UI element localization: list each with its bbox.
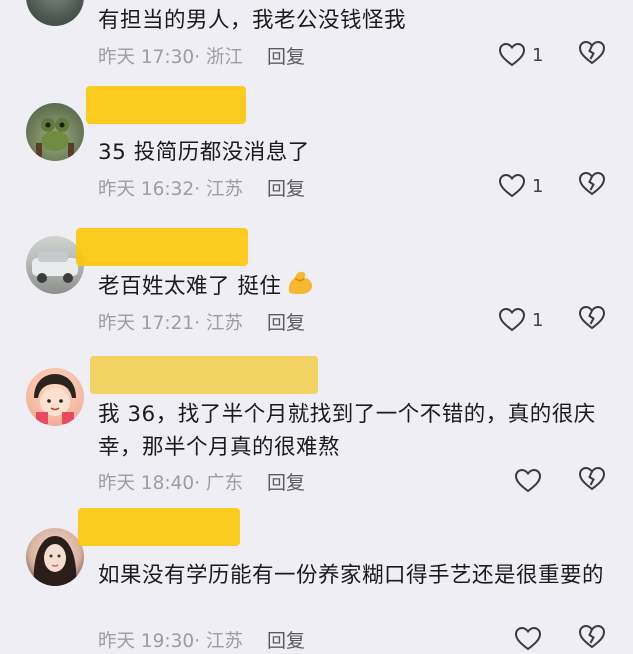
comment-text-content: 老百姓太难了 挺住: [98, 274, 282, 299]
broken-heart-icon: [578, 171, 606, 196]
reply-button[interactable]: 回复: [267, 178, 305, 200]
comment-text: 我 36，找了半个月就找到了一个不错的，真的很庆幸，那半个月真的很难熬: [98, 402, 596, 460]
comment-text: 如果没有学历能有一份养家糊口得手艺还是很重要的: [98, 563, 605, 588]
comment-meta: 昨天 17:21· 江苏 回复: [98, 312, 305, 334]
comment-location: 广东: [205, 473, 243, 494]
heart-outline-icon: [514, 626, 542, 651]
dislike-button[interactable]: [578, 40, 608, 70]
comment-location: 浙江: [205, 47, 243, 68]
reply-button[interactable]: 回复: [267, 46, 305, 68]
dislike-button[interactable]: [578, 171, 608, 201]
redacted-username: [90, 356, 318, 394]
frog-figure-icon: [36, 118, 74, 157]
comment-time: 昨天 19:30: [98, 631, 195, 652]
reply-button[interactable]: 回复: [267, 312, 305, 334]
cartoon-girl-icon: [34, 374, 76, 424]
like-count: 1: [532, 175, 544, 197]
comment-meta: 昨天 17:30· 浙江 回复: [98, 46, 305, 68]
like-count: 1: [532, 44, 544, 66]
comment-meta: 昨天 16:32· 江苏 回复: [98, 178, 305, 200]
comment-text: 35 投简历都没消息了: [98, 140, 310, 165]
redacted-username: [76, 228, 248, 266]
redacted-username: [78, 508, 240, 546]
like-button[interactable]: 1: [498, 40, 548, 70]
like-button[interactable]: [514, 466, 564, 496]
avatar[interactable]: [26, 528, 84, 586]
avatar[interactable]: [26, 0, 84, 26]
comment-time: 昨天 16:32: [98, 179, 195, 200]
dislike-button[interactable]: [578, 466, 608, 496]
comment-time: 昨天 17:21: [98, 313, 195, 334]
broken-heart-icon: [578, 305, 606, 330]
heart-outline-icon: [514, 468, 542, 493]
like-button[interactable]: 1: [498, 171, 548, 201]
comment-location: 江苏: [205, 179, 243, 200]
dislike-button[interactable]: [578, 305, 608, 335]
like-button[interactable]: 1: [498, 305, 548, 335]
broken-heart-icon: [578, 624, 606, 649]
comment-location: 江苏: [205, 631, 243, 652]
comment-meta: 昨天 18:40· 广东 回复: [98, 472, 305, 494]
comment-text: 老百姓太难了 挺住: [98, 268, 608, 303]
like-count: 1: [532, 309, 544, 331]
dislike-button[interactable]: [578, 624, 608, 654]
portrait-photo-icon: [33, 536, 77, 586]
flexed-bicep-emoji: [289, 271, 313, 294]
comment-text: 有担当的男人，我老公没钱怪我: [98, 8, 407, 33]
redacted-username: [86, 86, 246, 124]
reply-button[interactable]: 回复: [267, 472, 305, 494]
heart-outline-icon: [498, 307, 526, 332]
broken-heart-icon: [578, 466, 606, 491]
heart-outline-icon: [498, 173, 526, 198]
comment-location: 江苏: [205, 313, 243, 334]
avatar[interactable]: [26, 368, 84, 426]
avatar[interactable]: [26, 103, 84, 161]
reply-button[interactable]: 回复: [267, 630, 305, 652]
broken-heart-icon: [578, 40, 606, 65]
heart-outline-icon: [498, 42, 526, 67]
comment-time: 昨天 18:40: [98, 473, 195, 494]
comment-time: 昨天 17:30: [98, 47, 195, 68]
like-button[interactable]: [514, 624, 564, 654]
